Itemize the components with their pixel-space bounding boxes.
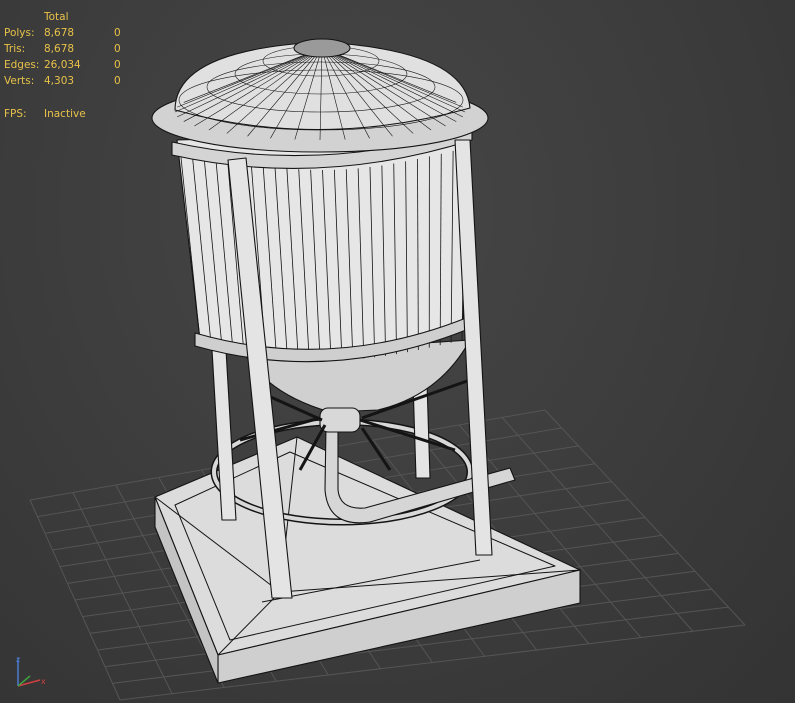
axis-z-label: z (16, 655, 20, 664)
stats-total-value: 8,678 (44, 27, 75, 39)
water-tower-model[interactable] (151, 38, 581, 684)
axis-tripod: z x (16, 655, 46, 687)
stats-total-value: 4,303 (44, 75, 75, 87)
stats-selected-value: 0 (114, 27, 121, 39)
stats-header-total: Total (44, 11, 69, 23)
hopper-neck (319, 407, 361, 433)
stats-label: Edges: (4, 59, 40, 71)
stats-selected-value: 0 (114, 43, 121, 55)
stats-selected-value: 0 (114, 59, 121, 71)
roof-hatch (293, 38, 351, 58)
axis-x-label: x (41, 677, 46, 686)
stats-total-value: 26,034 (44, 59, 81, 71)
statistics-overlay: Total Polys: 8,678 0 Tris: 8,678 0 Edges: 26,034… (4, 11, 164, 131)
stats-total-value: 8,678 (44, 43, 75, 55)
fps-value: Inactive (44, 108, 86, 120)
fps-label: FPS: (4, 108, 27, 120)
stats-label: Tris: (4, 43, 26, 55)
stats-label: Polys: (4, 27, 35, 39)
stats-label: Verts: (4, 75, 35, 87)
stats-selected-value: 0 (114, 75, 121, 87)
perspective-viewport[interactable]: Total Polys: 8,678 0 Tris: 8,678 0 Edges: 26,034… (0, 0, 795, 703)
